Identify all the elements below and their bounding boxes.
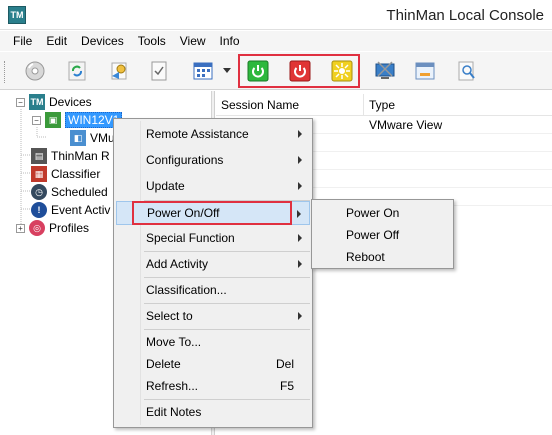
menu-item-label: Edit Notes: [146, 405, 202, 419]
tree-item-label: Devices: [49, 95, 92, 109]
cell-type: VMware View: [369, 118, 443, 132]
menu-devices[interactable]: Devices: [74, 31, 131, 51]
power-submenu: Power On Power Off Reboot: [311, 199, 454, 269]
tree-item-event-activity[interactable]: ! Event Activ: [31, 201, 110, 219]
power-menu-highlight: [132, 201, 292, 225]
tree-item-devices[interactable]: − TM Devices: [16, 93, 92, 111]
submenu-arrow-icon: [298, 156, 302, 164]
power-buttons-highlight: [238, 54, 360, 88]
menu-bar: File Edit Devices Tools View Info: [0, 31, 552, 51]
expand-icon[interactable]: +: [16, 223, 25, 233]
menu-item-configurations[interactable]: Configurations: [116, 148, 310, 172]
disc-button[interactable]: [22, 58, 48, 84]
submenu-item-power-off[interactable]: Power Off: [314, 224, 451, 246]
menu-item-label: Refresh...: [146, 379, 199, 393]
remote-assistance-button[interactable]: [372, 58, 398, 84]
tree-item-label: VMu: [90, 131, 115, 145]
menu-item-delete[interactable]: Delete Del: [116, 352, 310, 376]
settings-button[interactable]: [106, 58, 132, 84]
shortcut-label: Del: [275, 357, 294, 371]
menu-edit[interactable]: Edit: [39, 31, 74, 51]
grid-view-dropdown[interactable]: [220, 58, 234, 84]
shortcut-label: F5: [279, 379, 294, 393]
submenu-arrow-icon: [298, 312, 302, 320]
submenu-item-reboot[interactable]: Reboot: [314, 246, 451, 268]
session-icon: ◧: [70, 130, 86, 146]
menu-item-label: Classification...: [146, 283, 227, 297]
menu-item-add-activity[interactable]: Add Activity: [116, 252, 310, 276]
devices-icon: TM: [29, 94, 45, 110]
list-header: Session Name Type: [216, 94, 552, 116]
toolbar-grip[interactable]: [4, 61, 7, 83]
search-button[interactable]: [454, 58, 480, 84]
submenu-arrow-icon: [298, 182, 302, 190]
tree-item-vmware[interactable]: ◧ VMu: [70, 129, 115, 147]
tree-item-label: Classifier: [51, 167, 101, 181]
menu-item-label: Select to: [146, 309, 193, 323]
clock-icon: ◷: [31, 184, 47, 200]
tree-item-label: Profiles: [49, 221, 90, 235]
profiles-icon: ◎: [29, 220, 45, 236]
grid-view-button[interactable]: [190, 58, 216, 84]
column-header-type[interactable]: Type: [364, 94, 552, 116]
tree-item-scheduled[interactable]: ◷ Scheduled: [31, 183, 108, 201]
menu-item-label: Add Activity: [146, 257, 209, 271]
dropdown-arrow-icon: [223, 68, 231, 73]
menu-item-edit-notes[interactable]: Edit Notes: [116, 400, 310, 424]
submenu-item-power-on[interactable]: Power On: [314, 202, 451, 224]
submenu-arrow-icon: [297, 210, 301, 218]
context-menu: Remote Assistance Configurations Update …: [113, 118, 313, 428]
menu-item-remote-assistance[interactable]: Remote Assistance: [116, 122, 310, 146]
window-button[interactable]: [412, 58, 438, 84]
remote-assistance-icon: [375, 61, 395, 79]
refresh-button[interactable]: [64, 58, 90, 84]
disc-icon: [25, 61, 45, 81]
menu-item-classification[interactable]: Classification...: [116, 278, 310, 302]
computer-icon: ▣: [45, 112, 61, 128]
menu-item-select-to[interactable]: Select to: [116, 304, 310, 328]
grid-view-icon: [193, 62, 213, 80]
tree-item-label: Scheduled: [51, 185, 108, 199]
menu-item-label: Remote Assistance: [146, 127, 249, 141]
tree-item-label: ThinMan R: [51, 149, 110, 163]
collapse-icon[interactable]: −: [32, 115, 41, 125]
menu-item-refresh[interactable]: Refresh... F5: [116, 374, 310, 398]
menu-item-label: Delete: [146, 357, 181, 371]
menu-item-move-to[interactable]: Move To...: [116, 330, 310, 354]
menu-tools[interactable]: Tools: [131, 31, 173, 51]
window-title: ThinMan Local Console: [386, 7, 544, 24]
settings-icon: [111, 62, 127, 80]
column-header-session-name[interactable]: Session Name: [216, 94, 364, 116]
menu-item-label: Special Function: [146, 231, 235, 245]
tree-item-label: Event Activ: [51, 203, 111, 217]
collapse-icon[interactable]: −: [16, 97, 25, 107]
event-icon: !: [31, 202, 47, 218]
menu-item-update[interactable]: Update: [116, 174, 310, 198]
menu-info[interactable]: Info: [213, 31, 247, 51]
submenu-arrow-icon: [298, 130, 302, 138]
menu-item-special-function[interactable]: Special Function: [116, 226, 310, 250]
document-check-button[interactable]: [146, 58, 172, 84]
menu-file[interactable]: File: [6, 31, 39, 51]
tree-item-win12v1[interactable]: − ▣ WIN12V1: [32, 111, 123, 129]
tree-item-classifier[interactable]: ▦ Classifier: [31, 165, 100, 183]
refresh-icon: [68, 61, 86, 81]
menu-item-label: Update: [146, 179, 185, 193]
menu-item-label: Move To...: [146, 335, 202, 349]
tree-item-thinman-remote[interactable]: ▤ ThinMan R: [31, 147, 110, 165]
submenu-arrow-icon: [298, 260, 302, 268]
menu-item-label: Configurations: [146, 153, 224, 167]
thinman-icon: ▤: [31, 148, 47, 164]
menu-view[interactable]: View: [173, 31, 213, 51]
window-icon: [415, 62, 435, 80]
submenu-arrow-icon: [298, 234, 302, 242]
classifier-icon: ▦: [31, 166, 47, 182]
app-logo-icon: TM: [8, 6, 26, 24]
tree-item-profiles[interactable]: + ◎ Profiles: [16, 219, 89, 237]
title-bar: TM ThinMan Local Console: [0, 0, 552, 30]
search-icon: [458, 61, 475, 81]
document-check-icon: [151, 61, 167, 81]
